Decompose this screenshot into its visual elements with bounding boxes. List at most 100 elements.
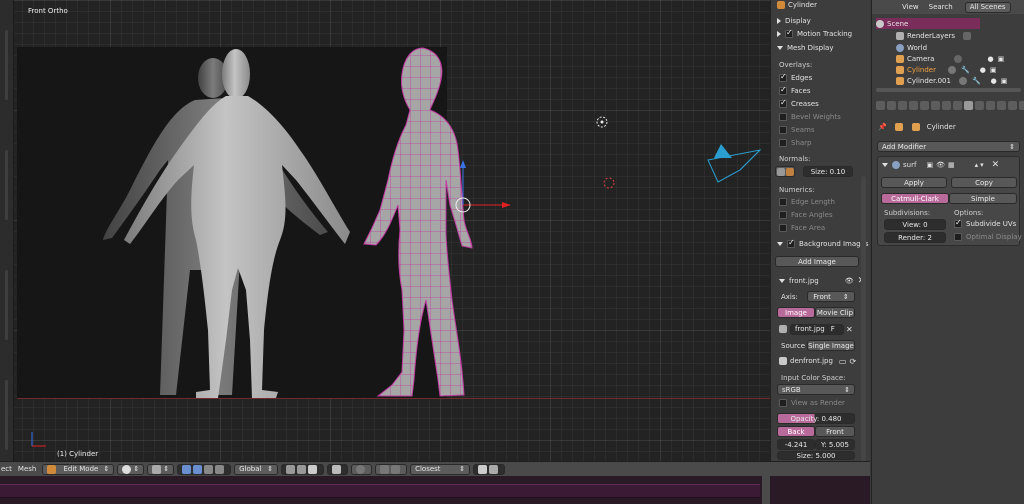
fake-user-button[interactable]: F <box>831 325 835 333</box>
mesh-menu[interactable]: Mesh <box>18 465 36 473</box>
face-select-icon[interactable] <box>308 464 318 474</box>
close-icon[interactable]: ✕ <box>846 325 853 334</box>
outliner-item-camera[interactable]: Camera ● ▣ <box>896 53 1022 64</box>
y-offset-field[interactable]: Y: 5.005 <box>815 439 855 450</box>
back-button[interactable]: Back <box>777 426 815 437</box>
viewport-shading-dropdown[interactable]: ⇕ <box>117 463 145 475</box>
color-space-dropdown[interactable]: sRGB ⇕ <box>777 384 855 395</box>
panel-background-images[interactable]: Background Images <box>777 238 869 250</box>
render-toggle-icon[interactable]: ▣ <box>926 161 933 169</box>
catmull-clark-button[interactable]: Catmull-Clark <box>881 193 949 204</box>
bg-image-entry[interactable]: front.jpg 👁✕ <box>779 275 865 287</box>
render-icon[interactable]: ▣ <box>998 55 1005 63</box>
edge-length-toggle[interactable]: Edge Length <box>779 196 835 208</box>
normal-size-field[interactable]: Size: 0.10 <box>803 166 853 177</box>
panel-motion-tracking[interactable]: Motion Tracking <box>777 28 852 40</box>
panel-display[interactable]: Display <box>777 15 811 27</box>
manipulator-icon[interactable] <box>182 464 192 474</box>
folder-icon[interactable]: ▭ <box>839 357 847 366</box>
panel-mesh-display[interactable]: Mesh Display <box>777 42 833 54</box>
proportional-dropdown[interactable] <box>351 463 373 475</box>
eye-icon[interactable]: ● <box>980 66 986 74</box>
outliner-scrollbar[interactable] <box>876 88 1021 92</box>
outliner-item-cylinder-001[interactable]: Cylinder.001 🔧 ● ▣ <box>896 75 1022 86</box>
realtime-toggle-icon[interactable]: 👁 <box>936 161 945 169</box>
eye-icon[interactable]: ● <box>991 77 997 85</box>
front-button[interactable]: Front <box>815 426 855 437</box>
pivot-dropdown[interactable]: ⇕ <box>147 463 175 475</box>
image-tab[interactable]: Image <box>777 307 815 318</box>
pin-icon[interactable]: 📌 <box>878 123 887 131</box>
orientation-dropdown[interactable]: Global ⇕ <box>234 463 279 475</box>
manipulator-buttons[interactable] <box>177 463 232 475</box>
add-image-button[interactable]: Add Image <box>775 256 859 267</box>
faces-toggle[interactable]: Faces <box>779 85 810 97</box>
render-levels-field[interactable]: Render: 2 <box>884 232 946 243</box>
close-icon[interactable]: ✕ <box>992 160 1000 170</box>
view-levels-field[interactable]: View: 0 <box>884 219 946 230</box>
translate-icon[interactable] <box>193 464 203 474</box>
optimal-display-toggle[interactable]: Optimal Display <box>954 231 1022 243</box>
move-down-icon[interactable]: ▾ <box>980 161 984 169</box>
outliner-item-cylinder[interactable]: Cylinder 🔧 ● ▣ <box>896 64 1022 75</box>
source-dropdown[interactable]: Single Image <box>807 340 855 351</box>
sharp-toggle[interactable]: Sharp <box>779 137 812 149</box>
modifier-name-field[interactable]: surf <box>903 161 916 169</box>
normal-display-buttons[interactable] <box>775 166 795 177</box>
rotate-icon[interactable] <box>204 464 214 474</box>
editmode-toggle-icon[interactable]: ▦ <box>948 161 955 169</box>
simple-button[interactable]: Simple <box>949 193 1017 204</box>
view-as-render-toggle[interactable]: View as Render <box>779 397 845 409</box>
edge-select-icon[interactable] <box>297 464 307 474</box>
eye-icon[interactable]: 👁 <box>845 277 854 285</box>
opengl-render-buttons[interactable] <box>473 463 506 475</box>
modifier-header[interactable]: surf ▣ 👁 ▦ ▴ ▾ ✕ <box>882 159 999 171</box>
select-menu[interactable]: ect <box>1 465 12 473</box>
opacity-slider[interactable]: Opacity: 0.480 <box>777 413 855 424</box>
edges-toggle[interactable]: Edges <box>779 72 812 84</box>
timeline-scrub-bar[interactable] <box>0 484 760 498</box>
shelf-scrollbar[interactable] <box>861 176 866 462</box>
motion-tracking-checkbox[interactable] <box>785 28 793 38</box>
filepath-row[interactable]: denfront.jpg ▭ ⟳ <box>779 355 856 367</box>
seams-toggle[interactable]: Seams <box>779 124 815 136</box>
display-mode-dropdown[interactable]: All Scenes <box>964 1 1011 13</box>
apply-button[interactable]: Apply <box>881 177 947 188</box>
outliner-item-world[interactable]: World <box>896 42 927 53</box>
size-field[interactable]: Size: 5.000 <box>777 451 855 460</box>
render-icon[interactable]: ▣ <box>990 66 997 74</box>
scale-icon[interactable] <box>215 464 225 474</box>
outliner-item-scene[interactable]: Scene <box>876 18 980 29</box>
occlude-button[interactable] <box>327 463 349 475</box>
move-up-icon[interactable]: ▴ <box>975 161 979 169</box>
view-menu[interactable]: View <box>902 3 919 11</box>
select-mode-buttons[interactable] <box>281 463 325 475</box>
mode-dropdown[interactable]: Edit Mode ⇕ <box>42 463 115 475</box>
subdivide-uvs-toggle[interactable]: Subdivide UVs <box>954 218 1016 230</box>
movie-clip-tab[interactable]: Movie Clip <box>815 307 855 318</box>
eye-icon[interactable]: ● <box>987 55 993 63</box>
search-menu[interactable]: Search <box>929 3 953 11</box>
bevel-weights-toggle[interactable]: Bevel Weights <box>779 111 841 123</box>
face-area-toggle[interactable]: Face Area <box>779 222 825 234</box>
reload-icon[interactable]: ⟳ <box>849 357 856 366</box>
filepath-field[interactable]: denfront.jpg <box>790 357 833 365</box>
copy-button[interactable]: Copy <box>951 177 1017 188</box>
snap-toggle[interactable] <box>375 463 408 475</box>
outliner-item-renderlayers[interactable]: RenderLayers <box>896 30 974 41</box>
snap-target-dropdown[interactable]: Closest ⇕ <box>410 463 471 475</box>
creases-toggle[interactable]: Creases <box>779 98 819 110</box>
image-datablock[interactable]: front.jpg F ✕ <box>779 323 853 335</box>
context-tabs[interactable] <box>876 101 1024 110</box>
object-field[interactable]: Cylinder <box>788 1 817 9</box>
3d-viewport[interactable]: Front Ortho (1) Cylinder <box>0 0 770 461</box>
add-modifier-dropdown[interactable]: Add Modifier ⇕ <box>877 141 1020 152</box>
face-angles-toggle[interactable]: Face Angles <box>779 209 833 221</box>
timeline-area[interactable] <box>0 476 870 504</box>
render-icon[interactable]: ▣ <box>1001 77 1008 85</box>
vertex-select-icon[interactable] <box>286 464 296 474</box>
render-still-icon[interactable] <box>478 464 488 474</box>
axis-dropdown[interactable]: Front ⇕ <box>807 291 855 302</box>
x-offset-field[interactable]: -4.241 <box>777 439 815 450</box>
render-animation-icon[interactable] <box>489 464 499 474</box>
